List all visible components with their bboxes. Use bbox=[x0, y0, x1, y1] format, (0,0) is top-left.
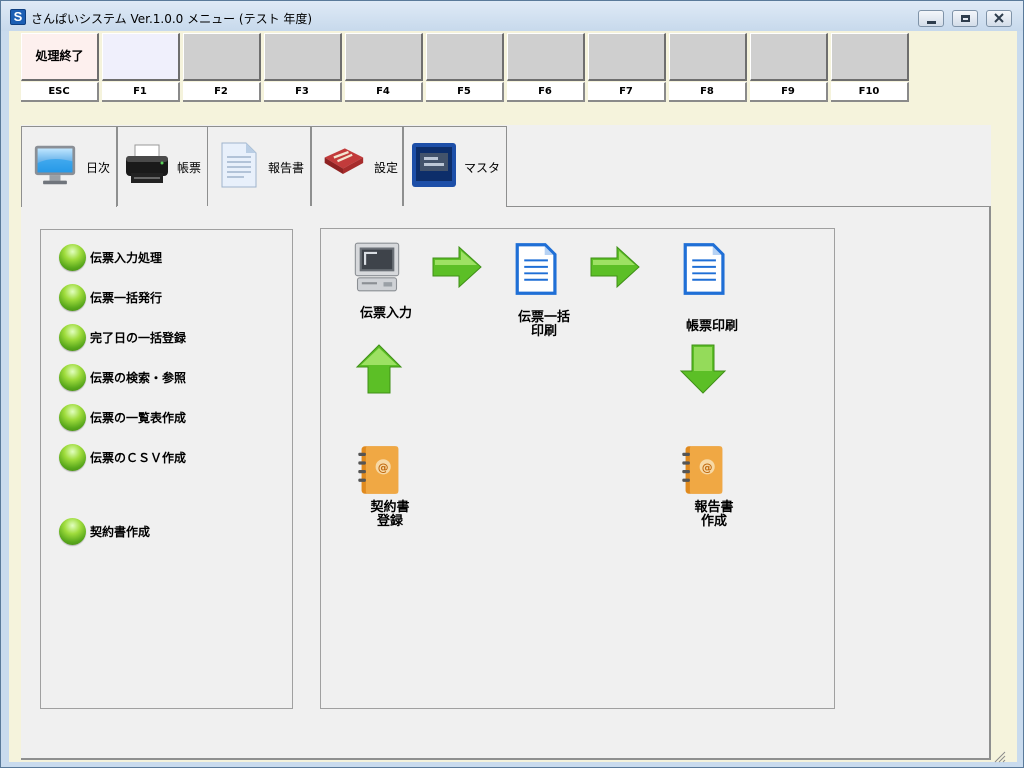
flow-report-create[interactable]: @ 報告書 作成 bbox=[679, 443, 734, 543]
f8-key-label: F8 bbox=[669, 82, 747, 102]
tab-master-label: マスタ bbox=[464, 161, 501, 175]
f10-key-button[interactable] bbox=[831, 33, 909, 81]
f5-key-button[interactable] bbox=[426, 33, 504, 81]
svg-text:@: @ bbox=[702, 461, 713, 474]
f9-key-button[interactable] bbox=[750, 33, 828, 81]
flow-bulk-print[interactable]: 伝票一括 印刷 bbox=[509, 241, 570, 339]
f9-key-label: F9 bbox=[750, 82, 828, 102]
maximize-button[interactable] bbox=[952, 10, 978, 27]
green-ball-icon bbox=[59, 518, 86, 545]
f5-key-label: F5 bbox=[426, 82, 504, 102]
f10-key-label: F10 bbox=[831, 82, 909, 102]
flow-slip-input-label: 伝票入力 bbox=[359, 306, 412, 321]
f8-key-button[interactable] bbox=[669, 33, 747, 81]
close-button[interactable] bbox=[986, 10, 1012, 27]
close-icon bbox=[994, 13, 1004, 23]
book-tools-icon bbox=[324, 148, 364, 174]
menu-item-label: 伝票一括発行 bbox=[90, 291, 163, 305]
minimize-button[interactable] bbox=[918, 10, 944, 27]
document-icon bbox=[683, 243, 725, 295]
menu-item-label: 完了日の一括登録 bbox=[90, 331, 187, 345]
daily-menu-group: 伝票入力処理 伝票一括発行 完了日の一括登録 伝票の検索・参照 伝票の一覧表作成… bbox=[40, 229, 293, 709]
green-ball-icon bbox=[59, 444, 86, 471]
tab-settings-label: 設定 bbox=[374, 161, 399, 175]
arrow-right-icon bbox=[432, 245, 482, 289]
green-ball-icon bbox=[59, 364, 86, 391]
minimize-icon bbox=[927, 21, 936, 24]
tab-reports[interactable]: 報告書 bbox=[207, 126, 311, 206]
green-ball-icon bbox=[59, 284, 86, 311]
workflow-group: 伝票入力 伝票一括 印刷 帳票印刷 @ 契約書 登録 @ 報告書 作成 bbox=[320, 228, 835, 709]
arrow-right-icon bbox=[590, 245, 640, 289]
menu-item-label: 伝票入力処理 bbox=[90, 251, 163, 265]
app-window: S さんぱいシステム Ver.1.0.0 メニュー (テスト 年度) 処理終了 … bbox=[0, 0, 1024, 768]
menu-item-label: 伝票のＣＳＶ作成 bbox=[90, 451, 187, 465]
printer-icon bbox=[126, 144, 168, 183]
svg-text:@: @ bbox=[378, 461, 389, 474]
address-book-icon: @ bbox=[682, 446, 723, 494]
flow-contract-register[interactable]: @ 契約書 登録 bbox=[355, 443, 410, 543]
address-book-icon: @ bbox=[358, 446, 399, 494]
menu-item-label: 伝票の検索・参照 bbox=[90, 371, 187, 385]
document-icon bbox=[221, 142, 257, 188]
esc-key-button[interactable]: 処理終了 bbox=[21, 33, 99, 81]
f2-key-label: F2 bbox=[183, 82, 261, 102]
tab-settings[interactable]: 設定 bbox=[311, 126, 403, 206]
master-screen-icon bbox=[412, 143, 456, 187]
monitor-icon bbox=[34, 145, 76, 185]
f7-key-button[interactable] bbox=[588, 33, 666, 81]
flow-contract-register-label: 契約書 登録 bbox=[370, 500, 410, 529]
flow-slip-input[interactable]: 伝票入力 bbox=[351, 241, 412, 331]
tab-panel-top-border bbox=[506, 206, 991, 207]
window-title: さんぱいシステム Ver.1.0.0 メニュー (テスト 年度) bbox=[31, 12, 313, 26]
arrow-up-icon bbox=[355, 344, 403, 394]
f4-key-label: F4 bbox=[345, 82, 423, 102]
resize-grip-icon[interactable] bbox=[992, 749, 1006, 763]
computer-icon bbox=[354, 242, 400, 292]
f7-key-label: F7 bbox=[588, 82, 666, 102]
f2-key-button[interactable] bbox=[183, 33, 261, 81]
green-ball-icon bbox=[59, 244, 86, 271]
flow-form-print-label: 帳票印刷 bbox=[685, 319, 738, 334]
title-bar[interactable]: S さんぱいシステム Ver.1.0.0 メニュー (テスト 年度) bbox=[1, 1, 1023, 31]
esc-key-label: ESC bbox=[21, 82, 99, 102]
green-ball-icon bbox=[59, 324, 86, 351]
tab-daily[interactable]: 日次 bbox=[21, 126, 117, 208]
flow-report-create-label: 報告書 作成 bbox=[694, 500, 734, 529]
f4-key-button[interactable] bbox=[345, 33, 423, 81]
tab-reports-label: 報告書 bbox=[268, 161, 305, 175]
maximize-icon bbox=[961, 15, 970, 22]
tab-daily-label: 日次 bbox=[86, 161, 111, 175]
menu-item-label: 契約書作成 bbox=[90, 525, 151, 539]
f6-key-label: F6 bbox=[507, 82, 585, 102]
tab-forms[interactable]: 帳票 bbox=[117, 126, 208, 206]
app-logo-icon: S bbox=[10, 9, 26, 25]
esc-key-caption: 処理終了 bbox=[35, 49, 84, 63]
green-ball-icon bbox=[59, 404, 86, 431]
f6-key-button[interactable] bbox=[507, 33, 585, 81]
flow-form-print[interactable]: 帳票印刷 bbox=[677, 241, 738, 334]
document-icon bbox=[515, 243, 557, 295]
menu-item-label: 伝票の一覧表作成 bbox=[90, 411, 187, 425]
flow-bulk-print-label: 伝票一括 印刷 bbox=[517, 310, 570, 339]
f3-key-label: F3 bbox=[264, 82, 342, 102]
tab-forms-label: 帳票 bbox=[177, 161, 202, 175]
f3-key-button[interactable] bbox=[264, 33, 342, 81]
arrow-down-icon bbox=[679, 344, 727, 394]
f1-key-label: F1 bbox=[102, 82, 180, 102]
f1-key-button[interactable] bbox=[102, 33, 180, 81]
tab-master[interactable]: マスタ bbox=[403, 126, 507, 206]
